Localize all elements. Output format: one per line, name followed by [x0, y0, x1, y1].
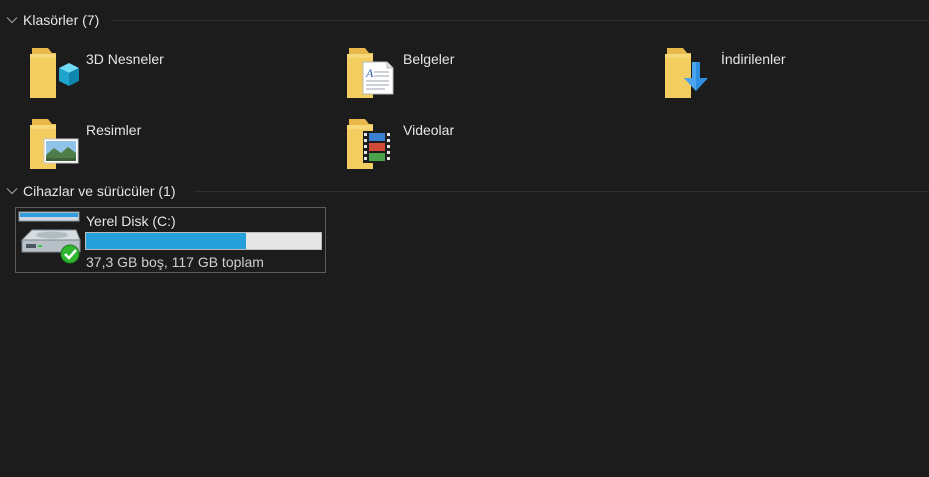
hard-drive-icon	[18, 210, 84, 272]
folder-tile-downloads[interactable]: İndirilenler	[665, 44, 929, 108]
drive-space-info: 37,3 GB boş, 117 GB toplam	[86, 254, 264, 270]
group-header-devices[interactable]: Cihazlar ve sürücüler (1)	[0, 181, 929, 201]
folder-tile-3d-objects[interactable]: 3D Nesneler	[30, 44, 330, 108]
drive-tile-local-disk[interactable]: Yerel Disk (C:) 37,3 GB boş, 117 GB topl…	[15, 207, 326, 273]
drive-name: Yerel Disk (C:)	[86, 213, 176, 229]
folder-videos-icon	[347, 115, 411, 179]
group-divider	[112, 20, 929, 21]
svg-text:A: A	[365, 66, 374, 80]
folder-downloads-icon	[665, 44, 729, 108]
folder-label: Belgeler	[403, 51, 455, 67]
drive-usage-fill	[86, 233, 247, 249]
group-header-folders[interactable]: Klasörler (7)	[0, 10, 929, 30]
group-title-devices: Cihazlar ve sürücüler (1)	[23, 183, 176, 199]
chevron-down-icon[interactable]	[3, 181, 21, 201]
group-divider	[194, 191, 929, 192]
folder-label: Resimler	[86, 122, 142, 138]
file-explorer-content: Klasörler (7) 3D Nesneler A Belgeler İnd…	[0, 0, 929, 477]
folder-pictures-icon	[30, 115, 94, 179]
folder-documents-icon: A	[347, 44, 411, 108]
group-title-folders: Klasörler (7)	[23, 12, 100, 28]
folder-label: İndirilenler	[721, 51, 786, 67]
folder-tile-documents[interactable]: A Belgeler	[347, 44, 647, 108]
chevron-down-icon[interactable]	[3, 10, 21, 30]
folder-label: Videolar	[403, 122, 455, 138]
folder-label: 3D Nesneler	[86, 51, 164, 67]
folder-3d-objects-icon	[30, 44, 94, 108]
folder-tile-pictures[interactable]: Resimler	[30, 115, 330, 179]
drive-usage-bar	[85, 232, 322, 250]
folder-tile-videos[interactable]: Videolar	[347, 115, 647, 179]
